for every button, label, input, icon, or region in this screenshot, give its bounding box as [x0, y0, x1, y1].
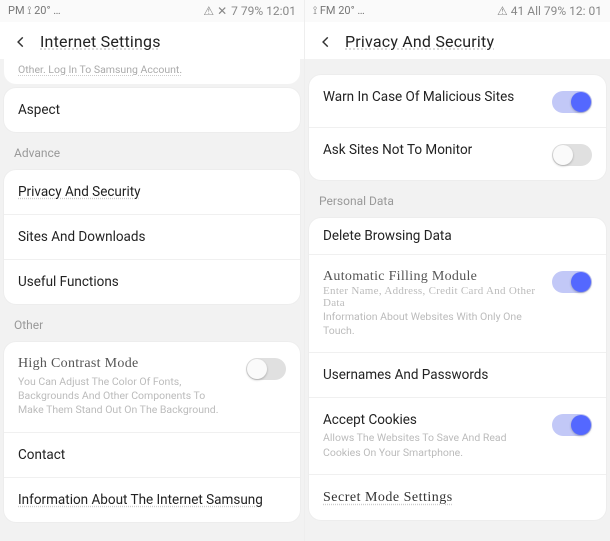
- warn-malicious-toggle[interactable]: [552, 91, 592, 113]
- item-sites-downloads[interactable]: Sites And Downloads: [4, 214, 300, 259]
- section-advance-label: Advance: [0, 136, 304, 166]
- toggle-knob: [571, 415, 591, 435]
- settings-pane-left: PM ⟟ 20° … ⚠ ✕ 7 79% 12:01 Internet Sett…: [0, 0, 305, 541]
- login-hint[interactable]: Other. Log In To Samsung Account.: [4, 59, 300, 84]
- item-do-not-track[interactable]: Ask Sites Not To Monitor: [309, 127, 606, 180]
- item-label: Aspect: [18, 102, 60, 118]
- status-right: ⚠ ✕ 7 79% 12:01: [203, 4, 296, 18]
- status-bar: ⟟ FM 20° … ⚠ 41 All 79% 12: 01: [305, 0, 610, 22]
- cookies-toggle[interactable]: [552, 414, 592, 436]
- item-autofill[interactable]: Automatic Filling Module Enter Name, Add…: [309, 254, 606, 352]
- item-delete-browsing-data[interactable]: Delete Browsing Data: [309, 218, 606, 254]
- item-sub: You Can Adjust The Color Of Fonts, Backg…: [18, 375, 228, 418]
- item-label: Privacy And Security: [18, 184, 141, 200]
- item-label: Automatic Filling Module: [323, 269, 542, 285]
- back-button[interactable]: [317, 33, 335, 51]
- privacy-content: Warn In Case Of Malicious Sites Ask Site…: [305, 59, 610, 541]
- page-title: Internet Settings: [40, 32, 161, 51]
- item-label: Accept Cookies: [323, 412, 542, 428]
- status-bar: PM ⟟ 20° … ⚠ ✕ 7 79% 12:01: [0, 0, 304, 22]
- item-aspect[interactable]: Aspect: [4, 88, 300, 132]
- item-privacy-security[interactable]: Privacy And Security: [4, 170, 300, 214]
- item-label: Ask Sites Not To Monitor: [323, 142, 542, 158]
- status-left: PM ⟟ 20° …: [8, 4, 61, 18]
- item-sub2: Information About Websites With Only One…: [323, 310, 533, 338]
- item-label: Delete Browsing Data: [323, 228, 452, 244]
- group-advance: Privacy And Security Sites And Downloads…: [4, 170, 300, 304]
- item-secret-mode[interactable]: Secret Mode Settings: [309, 474, 606, 520]
- item-label: Information About The Internet Samsung: [18, 492, 263, 508]
- item-text: High Contrast Mode You Can Adjust The Co…: [18, 356, 236, 418]
- item-warn-malicious[interactable]: Warn In Case Of Malicious Sites: [309, 75, 606, 127]
- status-right: ⚠ 41 All 79% 12: 01: [497, 4, 602, 18]
- status-time: ⚠ 41 All 79% 12: 01: [497, 4, 602, 18]
- do-not-track-toggle[interactable]: [552, 144, 592, 166]
- item-sub: Allows The Websites To Save And Read Coo…: [323, 431, 533, 459]
- toggle-knob: [553, 145, 573, 165]
- item-useful-functions[interactable]: Useful Functions: [4, 259, 300, 304]
- group-aspect: Aspect: [4, 88, 300, 132]
- chevron-left-icon: [14, 35, 28, 49]
- page-header: Internet Settings: [0, 22, 304, 59]
- item-label: Secret Mode Settings: [323, 490, 453, 505]
- page-header: Privacy And Security: [305, 22, 610, 59]
- section-other-label: Other: [0, 308, 304, 338]
- item-usernames-passwords[interactable]: Usernames And Passwords: [309, 352, 606, 397]
- status-icons: ⚠ ✕: [203, 4, 227, 18]
- back-button[interactable]: [12, 33, 30, 51]
- group-personal-data: Delete Browsing Data Automatic Filling M…: [309, 218, 606, 520]
- group-other: High Contrast Mode You Can Adjust The Co…: [4, 342, 300, 522]
- item-label: Contact: [18, 447, 65, 463]
- item-accept-cookies[interactable]: Accept Cookies Allows The Websites To Sa…: [309, 397, 606, 473]
- item-sub: Enter Name, Address, Credit Card And Oth…: [323, 285, 542, 309]
- item-text: Accept Cookies Allows The Websites To Sa…: [323, 412, 542, 459]
- item-label: Useful Functions: [18, 274, 119, 290]
- settings-pane-right: ⟟ FM 20° … ⚠ 41 All 79% 12: 01 Privacy A…: [305, 0, 610, 541]
- item-label: High Contrast Mode: [18, 356, 236, 372]
- item-about[interactable]: Information About The Internet Samsung: [4, 477, 300, 522]
- toggle-knob: [247, 359, 267, 379]
- high-contrast-toggle[interactable]: [246, 358, 286, 380]
- item-label: Warn In Case Of Malicious Sites: [323, 89, 542, 105]
- group-tracking: Warn In Case Of Malicious Sites Ask Site…: [309, 75, 606, 180]
- section-personal-data-label: Personal Data: [305, 184, 610, 214]
- toggle-knob: [571, 92, 591, 112]
- item-label: Sites And Downloads: [18, 229, 145, 245]
- autofill-toggle[interactable]: [552, 271, 592, 293]
- status-left: ⟟ FM 20° …: [313, 4, 365, 18]
- item-contact[interactable]: Contact: [4, 432, 300, 477]
- chevron-left-icon: [319, 35, 333, 49]
- toggle-knob: [571, 272, 591, 292]
- page-title: Privacy And Security: [345, 32, 494, 51]
- settings-content: Other. Log In To Samsung Account. Aspect…: [0, 59, 304, 541]
- item-label: Usernames And Passwords: [323, 367, 488, 383]
- status-time: 7 79% 12:01: [231, 4, 296, 18]
- item-high-contrast[interactable]: High Contrast Mode You Can Adjust The Co…: [4, 342, 300, 432]
- item-text: Automatic Filling Module Enter Name, Add…: [323, 269, 542, 338]
